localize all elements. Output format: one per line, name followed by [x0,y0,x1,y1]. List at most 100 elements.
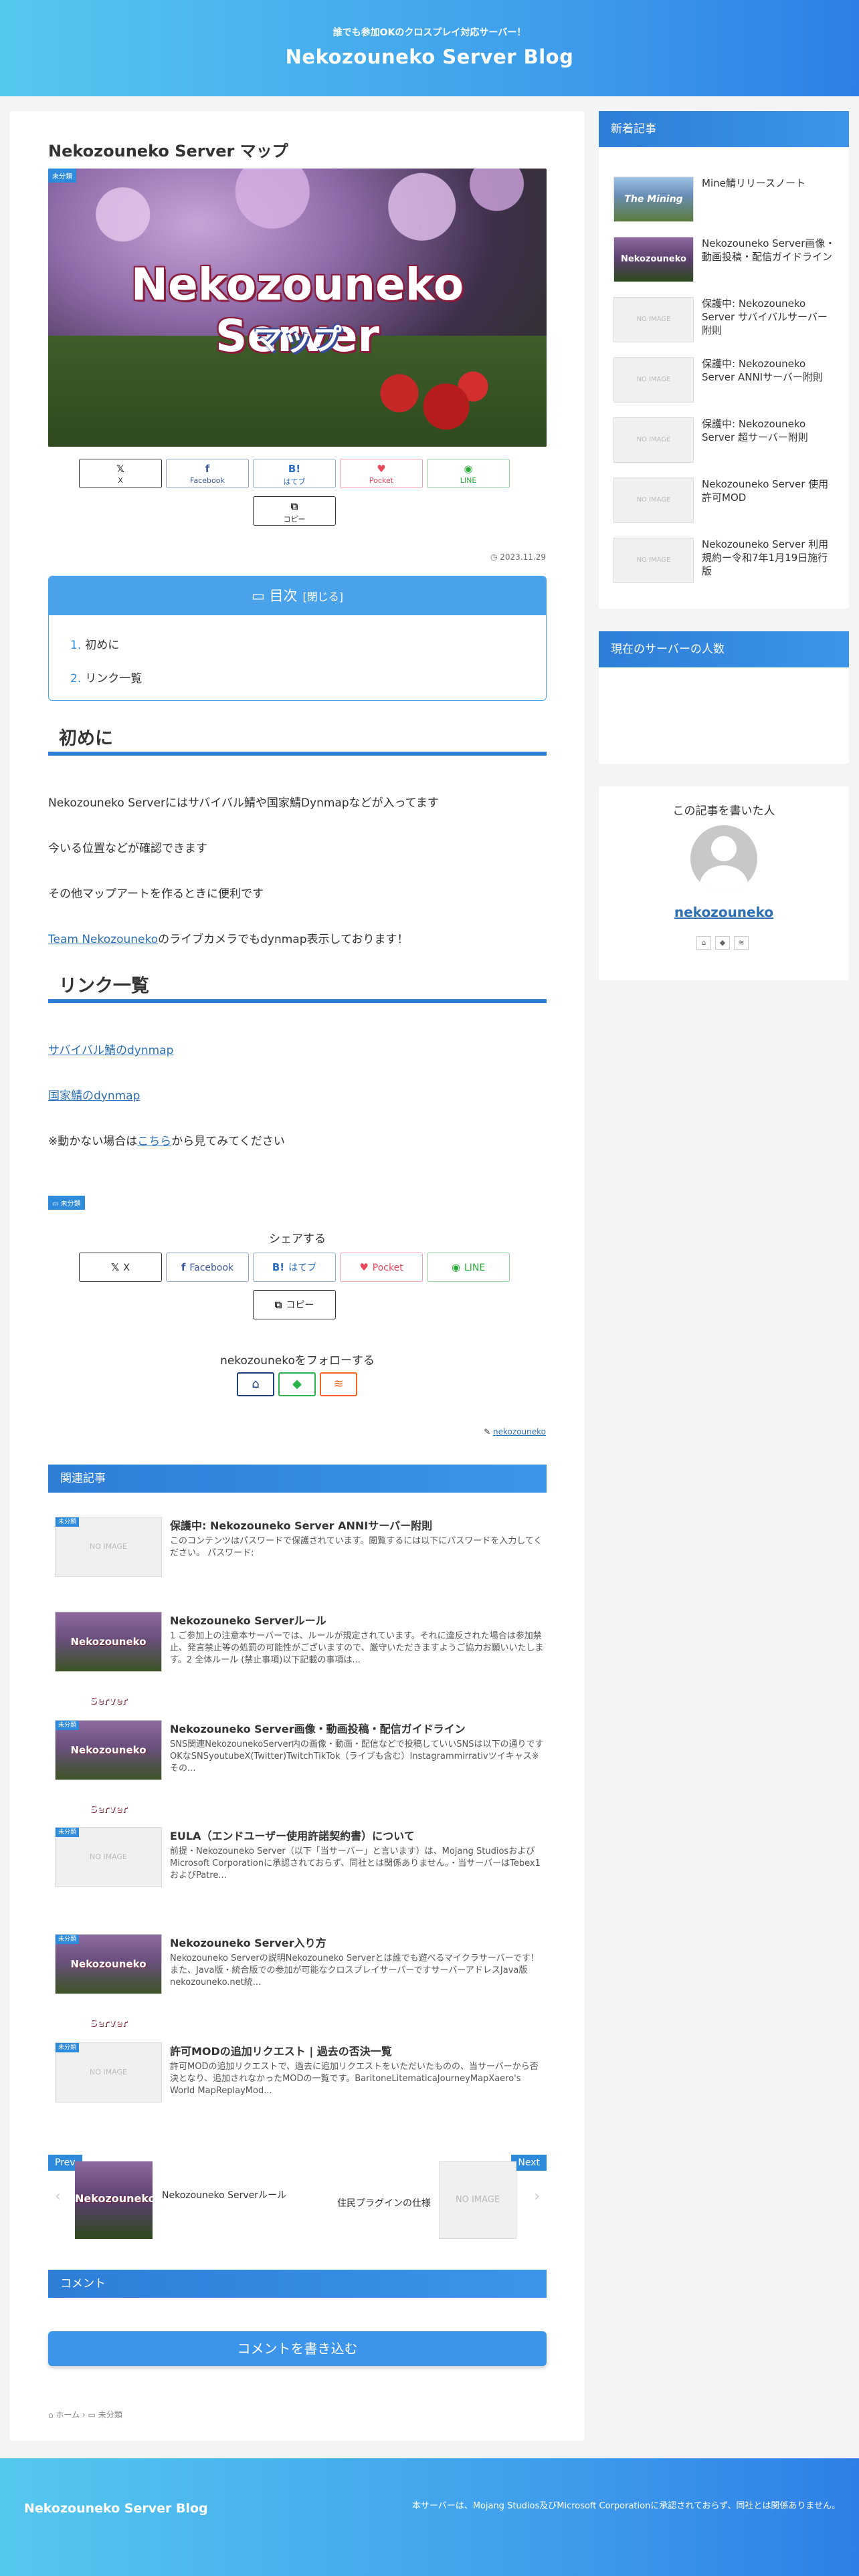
post-pager: Prev ‹ Nekozouneko Se Nekozouneko Server… [48,2155,547,2239]
sidebar-post-item[interactable]: NO IMAGE Nekozouneko Server 使用許可MOD [613,477,834,526]
footer-disclaimer: 本サーバーは、Mojang Studios及びMicrosoft Corpora… [411,2501,840,2511]
comments-header: コメント [48,2270,547,2298]
line-icon: ◉ [464,463,473,475]
next-label: Next [511,2155,547,2171]
copy-button[interactable]: ⧉ コピー [253,496,336,526]
related-thumbnail[interactable]: 未分類 NO IMAGE [55,1517,162,1577]
related-thumbnail[interactable]: 未分類 NO IMAGE [55,1827,162,1887]
next-post-link[interactable]: Next 住民プラグインの仕様 NO IMAGE › [297,2155,547,2239]
share-facebook-button[interactable]: f Facebook [166,459,249,488]
share-line-button[interactable]: ◉ LINE [427,1253,510,1282]
rss-icon[interactable]: ≋ [734,936,749,950]
home-icon[interactable]: ⌂ [696,936,711,950]
footer-site-title[interactable]: Nekozouneko Server Blog [24,2501,208,2516]
related-excerpt: このコンテンツはパスワードで保護されています。閲覧するには以下にパスワードを入力… [170,1536,543,1558]
site-footer: Nekozouneko Server Blog 本サーバーは、Mojang St… [0,2458,859,2576]
share-pocket-button[interactable]: ♥ Pocket [340,459,423,488]
hero-subtitle: マップ [253,323,342,357]
site-header: 誰でも参加OKのクロスプレイ対応サーバー！ Nekozouneko Server… [0,0,859,96]
related-excerpt: SNS関連NekozounekoServer内の画像・動画・配信などで投稿してい… [170,1739,544,1774]
related-title[interactable]: 許可MODの追加リクエスト | 過去の否決一覧 [170,2042,545,2058]
author-name-link[interactable]: nekozouneko [599,904,849,920]
site-title[interactable]: Nekozouneko Server Blog [0,45,859,68]
paragraph: その他マップアートを作るときに便利です [48,887,264,901]
share-hatena-button[interactable]: B! はてブ [253,1253,336,1282]
toc-toggle[interactable]: [閉じる] [303,591,344,603]
sidebar-post-item[interactable]: Nekozouneko ServerNekozouneko Server画像・動… [613,237,835,308]
related-thumbnail[interactable]: 未分類 NO IMAGE [55,2042,162,2103]
follow-rss-button[interactable]: ≋ [320,1372,357,1396]
feedly-icon[interactable]: ◆ [715,936,730,950]
site-tagline: 誰でも参加OKのクロスプレイ対応サーバー！ [332,27,527,38]
toc-item[interactable]: 2. リンク一覧 [70,669,142,685]
toc-item[interactable]: 1. 初めに [70,635,119,652]
toc-header: ▭ 目次 [閉じる] [49,576,546,615]
paragraph: ※動かない場合はこちらから見てみてください [48,1135,285,1148]
category-tag[interactable]: ▭ 未分類 [48,1196,85,1210]
pocket-icon: ♥ [359,1261,369,1273]
pocket-icon: ♥ [377,463,386,475]
related-title[interactable]: Nekozouneko Server入り方 [170,1934,545,1950]
folder-icon: ▭ [52,1200,61,1208]
team-link[interactable]: Team Nekozouneko [48,933,158,946]
clock-icon: ◷ [490,552,500,562]
home-icon: ⌂ [48,2410,56,2420]
line-icon: ◉ [451,1261,460,1273]
sidebar-post-item[interactable]: NO IMAGE 保護中: Nekozouneko Server 超サーバー附則 [613,417,834,465]
prev-thumbnail: Nekozouneko Se [75,2161,153,2239]
related-thumbnail[interactable]: Nekozouneko Server [55,1612,162,1707]
copy-button[interactable]: ⧉ コピー [253,1290,336,1319]
feedly-icon: ◆ [292,1377,302,1391]
share-title: シェアする [269,1232,326,1246]
sidebar-author-box: この記事を書いた人 nekozouneko ⌂ ◆ ≋ [599,786,849,980]
breadcrumb-home[interactable]: ホーム [56,2410,80,2420]
follow-feedly-button[interactable]: ◆ [278,1372,316,1396]
follow-home-button[interactable]: ⌂ [237,1372,274,1396]
chevron-left-icon: ‹ [55,2188,61,2205]
x-icon: 𝕏 [116,463,125,475]
related-title[interactable]: EULA（エンドユーザー使用許諾契約書）について [170,1827,545,1843]
heading-links: リンク一覧 [48,967,547,1003]
related-title[interactable]: Nekozouneko Server画像・動画投稿・配信ガイドライン [170,1720,545,1736]
related-title[interactable]: 保護中: Nekozouneko Server ANNIサーバー附則 [170,1517,545,1533]
sidebar-post-item[interactable]: NO IMAGE Nekozouneko Server 利用規約ー令和7年1月19… [613,538,834,586]
sidebar-post-item[interactable]: NO IMAGE 保護中: Nekozouneko Server サバイバルサーバ… [613,297,834,345]
related-title[interactable]: Nekozouneko Serverルール [170,1612,545,1628]
hatena-icon: B! [288,463,301,475]
pen-icon: ✎ [484,1427,494,1436]
chevron-right-icon: › [534,2188,540,2205]
nation-dynmap-link[interactable]: 国家鯖のdynmap [48,1089,140,1103]
hatena-icon: B! [272,1261,285,1273]
prev-post-link[interactable]: Prev ‹ Nekozouneko Se Nekozouneko Server… [48,2155,297,2239]
home-icon: ⌂ [252,1377,260,1391]
share-x-button[interactable]: 𝕏X [79,1253,162,1282]
share-facebook-button[interactable]: f Facebook [166,1253,249,1282]
category-badge[interactable]: 未分類 [48,169,76,183]
related-thumbnail[interactable]: 未分類 Nekozouneko Server [55,1934,162,2029]
post-date: ◷ 2023.11.29 [490,552,546,562]
write-comment-button[interactable]: コメントを書き込む [48,2331,547,2366]
sidebar-post-item[interactable]: The Mining Mine鯖リリースノート [613,177,834,225]
share-hatena-button[interactable]: B! はてブ [253,459,336,488]
paragraph: Team Nekozounekoのライブカメラでもdynmap表示しております！ [48,933,409,946]
breadcrumb-category[interactable]: 未分類 [98,2410,122,2420]
hero-flowers [359,366,493,433]
related-excerpt: 許可MODの追加リクエストで、過去に追加リクエストをいただいたものの、当サーバー… [170,2062,539,2096]
survival-dynmap-link[interactable]: サバイバル鯖のdynmap [48,1044,173,1057]
prev-title: Nekozouneko Serverルール [162,2190,287,2201]
related-excerpt: Nekozouneko Serverの説明Nekozouneko Serverと… [170,1953,539,1988]
paragraph: サバイバル鯖のdynmap [48,1041,173,1057]
related-thumbnail[interactable]: 未分類 Nekozouneko Server [55,1720,162,1815]
related-excerpt: 1 ご参加上の注意本サーバーでは、ルールが規定されています。それに違反された場合… [170,1631,544,1665]
share-x-button[interactable]: 𝕏 X [79,459,162,488]
share-pocket-button[interactable]: ♥ Pocket [340,1253,423,1282]
copy-icon: ⧉ [290,500,298,512]
author-box-title: この記事を書いた人 [672,804,775,818]
fallback-link[interactable]: こちら [137,1135,171,1148]
author-byline: ✎ nekozouneko [484,1427,546,1436]
paragraph: 今いる位置などが確認できます [48,842,207,855]
sidebar-post-item[interactable]: NO IMAGE 保護中: Nekozouneko Server ANNIサーバー… [613,357,834,405]
share-line-button[interactable]: ◉ LINE [427,459,510,488]
x-icon: 𝕏 [111,1261,120,1273]
author-link[interactable]: nekozouneko [493,1427,546,1436]
